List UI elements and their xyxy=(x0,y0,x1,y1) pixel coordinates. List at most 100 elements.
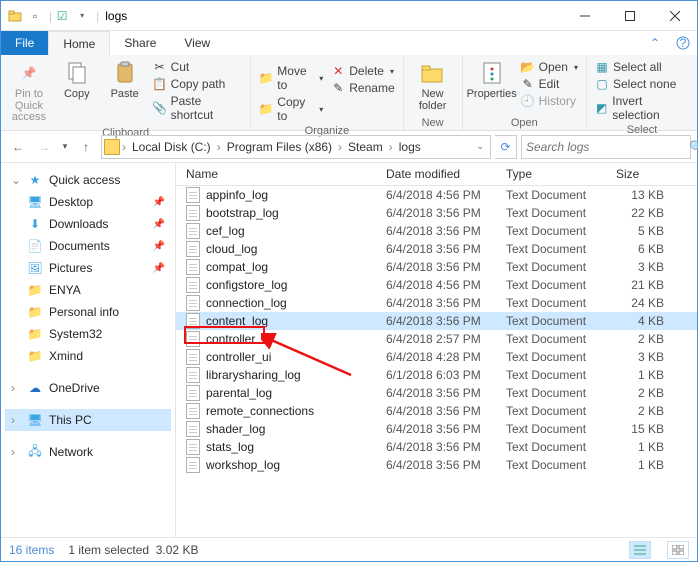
file-row[interactable]: appinfo_log6/4/2018 4:56 PMText Document… xyxy=(176,186,697,204)
breadcrumb[interactable]: › Local Disk (C:)› Program Files (x86)› … xyxy=(101,135,491,159)
file-size: 6 KB xyxy=(616,242,676,256)
file-row[interactable]: compat_log6/4/2018 3:56 PMText Document3… xyxy=(176,258,697,276)
tab-file[interactable]: File xyxy=(1,31,48,55)
qat-dropdown-icon[interactable]: ▾ xyxy=(74,8,90,24)
move-to-button[interactable]: 📁Move to▾ xyxy=(257,63,325,93)
nav-quick-access[interactable]: ⌄★Quick access xyxy=(5,169,171,191)
paste-button[interactable]: Paste xyxy=(103,57,147,103)
file-type: Text Document xyxy=(506,440,616,454)
chevron-right-icon[interactable]: › xyxy=(217,140,221,154)
crumb-steam[interactable]: Steam xyxy=(344,140,387,154)
expand-icon[interactable]: › xyxy=(11,445,21,459)
edit-button[interactable]: ✎Edit xyxy=(519,76,580,92)
search-input[interactable]: 🔍 xyxy=(521,135,691,159)
ribbon-collapse-button[interactable]: ⌃ xyxy=(641,31,669,55)
copy-path-button[interactable]: 📋Copy path xyxy=(151,76,245,92)
file-row[interactable]: content_log6/4/2018 3:56 PMText Document… xyxy=(176,312,697,330)
close-button[interactable] xyxy=(652,1,697,30)
nav-network[interactable]: ›🖧Network xyxy=(5,441,171,463)
select-none-button[interactable]: ▢Select none xyxy=(593,76,691,92)
text-file-icon xyxy=(186,331,200,347)
qat-check-icon[interactable]: ☑ xyxy=(54,8,70,24)
delete-button[interactable]: ✕Delete▾ xyxy=(329,63,396,79)
chevron-right-icon[interactable]: › xyxy=(338,140,342,154)
view-details-button[interactable] xyxy=(629,541,651,559)
tab-share[interactable]: Share xyxy=(110,31,170,55)
nav-enya[interactable]: 📁ENYA xyxy=(5,279,171,301)
column-size[interactable]: Size xyxy=(616,167,676,181)
nav-xmind[interactable]: 📁Xmind xyxy=(5,345,171,367)
pin-to-quick-access-button[interactable]: 📌 Pin to Quick access xyxy=(7,57,51,126)
column-headers[interactable]: Name Date modified Type Size xyxy=(176,163,697,186)
refresh-button[interactable]: ⟳ xyxy=(495,135,517,159)
file-type: Text Document xyxy=(506,332,616,346)
nav-system32[interactable]: 📁System32 xyxy=(5,323,171,345)
file-list[interactable]: appinfo_log6/4/2018 4:56 PMText Document… xyxy=(176,186,697,537)
invert-selection-button[interactable]: ◩Invert selection xyxy=(593,93,691,123)
nav-documents[interactable]: 📄Documents📌 xyxy=(5,235,171,257)
chevron-right-icon[interactable]: › xyxy=(389,140,393,154)
address-dropdown[interactable]: ⌄ xyxy=(472,141,488,152)
file-size: 21 KB xyxy=(616,278,676,292)
expand-icon[interactable]: › xyxy=(11,413,21,427)
new-folder-button[interactable]: New folder xyxy=(410,57,456,114)
help-button[interactable]: ? xyxy=(669,31,697,55)
open-button[interactable]: 📂Open▾ xyxy=(519,59,580,75)
nav-downloads[interactable]: ⬇Downloads📌 xyxy=(5,213,171,235)
file-row[interactable]: cloud_log6/4/2018 3:56 PMText Document6 … xyxy=(176,240,697,258)
column-type[interactable]: Type xyxy=(506,167,616,181)
paste-shortcut-button[interactable]: 📎Paste shortcut xyxy=(151,93,245,123)
crumb-program-files[interactable]: Program Files (x86) xyxy=(223,140,336,154)
tab-home[interactable]: Home xyxy=(48,31,110,55)
select-all-button[interactable]: ▦Select all xyxy=(593,59,691,75)
nav-this-pc[interactable]: ›🖥This PC xyxy=(5,409,171,431)
file-row[interactable]: configstore_log6/4/2018 4:56 PMText Docu… xyxy=(176,276,697,294)
file-row[interactable]: shader_log6/4/2018 3:56 PMText Document1… xyxy=(176,420,697,438)
maximize-button[interactable] xyxy=(607,1,652,30)
nav-desktop[interactable]: 🖥Desktop📌 xyxy=(5,191,171,213)
nav-pictures[interactable]: 🖼Pictures📌 xyxy=(5,257,171,279)
tab-view[interactable]: View xyxy=(170,31,224,55)
file-size: 22 KB xyxy=(616,206,676,220)
nav-onedrive[interactable]: ›☁OneDrive xyxy=(5,377,171,399)
crumb-local-disk[interactable]: Local Disk (C:) xyxy=(128,140,215,154)
file-row[interactable]: bootstrap_log6/4/2018 3:56 PMText Docume… xyxy=(176,204,697,222)
file-row[interactable]: stats_log6/4/2018 3:56 PMText Document1 … xyxy=(176,438,697,456)
expand-icon[interactable]: ⌄ xyxy=(11,173,21,187)
cut-button[interactable]: ✂Cut xyxy=(151,59,245,75)
chevron-right-icon[interactable]: › xyxy=(122,140,126,154)
text-file-icon xyxy=(186,349,200,365)
copy-to-button[interactable]: 📁Copy to▾ xyxy=(257,94,325,124)
file-row[interactable]: connection_log6/4/2018 3:56 PMText Docum… xyxy=(176,294,697,312)
column-name[interactable]: Name xyxy=(186,167,386,181)
nav-personal-info[interactable]: 📁Personal info xyxy=(5,301,171,323)
file-row[interactable]: cef_log6/4/2018 3:56 PMText Document5 KB xyxy=(176,222,697,240)
crumb-logs[interactable]: logs xyxy=(395,140,425,154)
file-row[interactable]: workshop_log6/4/2018 3:56 PMText Documen… xyxy=(176,456,697,474)
navigation-pane[interactable]: ⌄★Quick access 🖥Desktop📌 ⬇Downloads📌 📄Do… xyxy=(1,163,176,537)
file-row[interactable]: librarysharing_log6/1/2018 6:03 PMText D… xyxy=(176,366,697,384)
group-new-label: New xyxy=(410,116,456,130)
nav-recent-dropdown[interactable]: ▾ xyxy=(59,136,71,158)
select-all-icon: ▦ xyxy=(595,60,609,74)
view-thumbnails-button[interactable] xyxy=(667,541,689,559)
file-row[interactable]: remote_connections6/4/2018 3:56 PMText D… xyxy=(176,402,697,420)
expand-icon[interactable]: › xyxy=(11,381,21,395)
copy-button[interactable]: Copy xyxy=(55,57,99,103)
text-file-icon xyxy=(186,259,200,275)
minimize-button[interactable] xyxy=(562,1,607,30)
file-row[interactable]: controller6/4/2018 2:57 PMText Document2… xyxy=(176,330,697,348)
file-name: parental_log xyxy=(206,386,272,400)
rename-button[interactable]: ✎Rename xyxy=(329,80,396,96)
nav-up-button[interactable]: ↑ xyxy=(75,136,97,158)
history-button[interactable]: 🕘History xyxy=(519,93,580,109)
qat-properties-icon[interactable]: ▫ xyxy=(27,8,43,24)
properties-button[interactable]: Properties xyxy=(469,57,515,103)
column-date[interactable]: Date modified xyxy=(386,167,506,181)
file-row[interactable]: controller_ui6/4/2018 4:28 PMText Docume… xyxy=(176,348,697,366)
nav-back-button[interactable]: ← xyxy=(7,136,29,158)
nav-forward-button[interactable]: → xyxy=(33,136,55,158)
file-type: Text Document xyxy=(506,206,616,220)
search-field[interactable] xyxy=(526,140,683,154)
file-row[interactable]: parental_log6/4/2018 3:56 PMText Documen… xyxy=(176,384,697,402)
